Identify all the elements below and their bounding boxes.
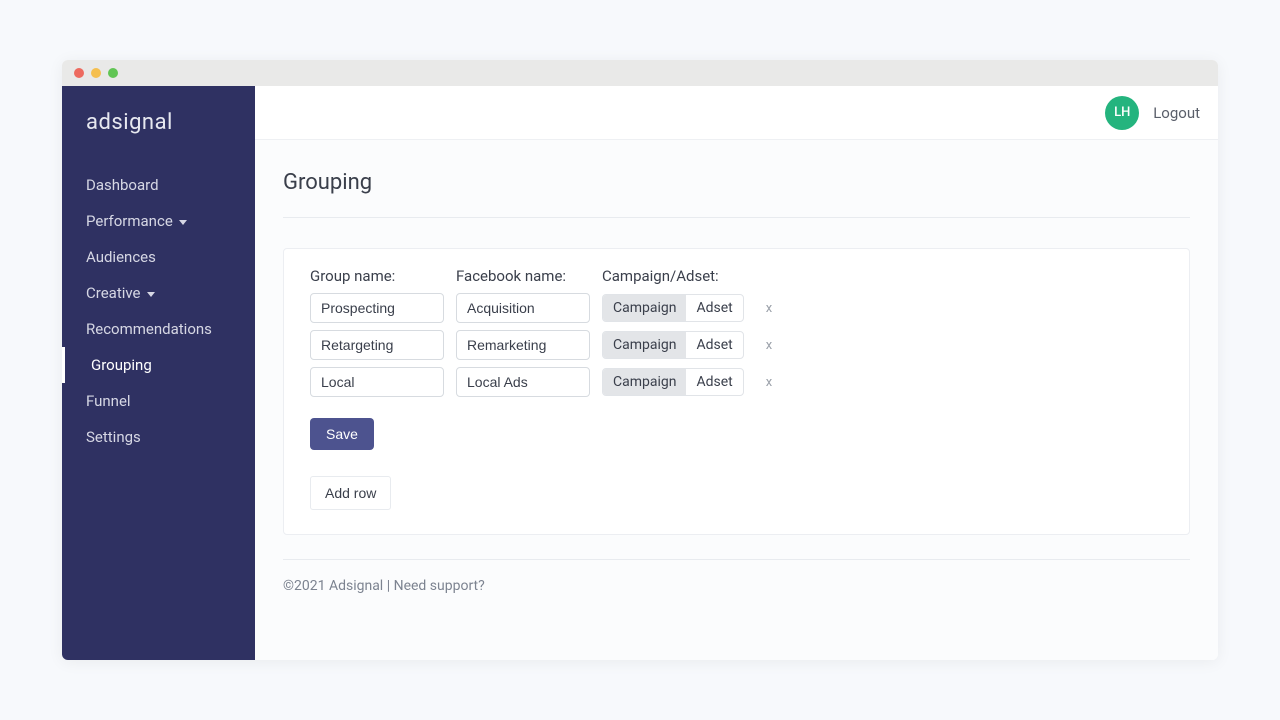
grouping-row: Campaign Adset x (310, 293, 1163, 323)
topbar: LH Logout (255, 86, 1218, 140)
facebook-name-input[interactable] (456, 293, 590, 323)
sidebar-item-grouping[interactable]: Grouping (62, 347, 255, 383)
toggle-adset[interactable]: Adset (686, 332, 742, 358)
sidebar-item-performance[interactable]: Performance (62, 203, 255, 239)
sidebar-nav: Dashboard Performance Audiences Creative… (62, 167, 255, 455)
app-body: adsignal Dashboard Performance Audiences… (62, 86, 1218, 660)
col-group-name: Group name: (310, 267, 444, 285)
grouping-row: Campaign Adset x (310, 367, 1163, 397)
grouping-row: Campaign Adset x (310, 330, 1163, 360)
toggle-campaign[interactable]: Campaign (603, 369, 686, 395)
toggle-adset[interactable]: Adset (686, 369, 742, 395)
delete-row-button[interactable]: x (756, 375, 782, 390)
chevron-down-icon (147, 292, 155, 297)
group-name-input[interactable] (310, 293, 444, 323)
avatar[interactable]: LH (1105, 96, 1139, 130)
sidebar-item-label: Performance (86, 212, 173, 230)
footer-support-link[interactable]: Need support? (394, 578, 485, 594)
toggle-adset[interactable]: Adset (686, 295, 742, 321)
delete-row-button[interactable]: x (756, 338, 782, 353)
facebook-name-input[interactable] (456, 367, 590, 397)
logout-link[interactable]: Logout (1153, 104, 1200, 122)
save-button[interactable]: Save (310, 418, 374, 450)
app-window: adsignal Dashboard Performance Audiences… (62, 60, 1218, 660)
main-area: LH Logout Grouping Group name: Facebook … (255, 86, 1218, 660)
sidebar: adsignal Dashboard Performance Audiences… (62, 86, 255, 660)
toggle-campaign[interactable]: Campaign (603, 332, 686, 358)
col-campaign-adset: Campaign/Adset: (602, 267, 752, 285)
campaign-adset-toggle: Campaign Adset (602, 294, 744, 322)
sidebar-item-settings[interactable]: Settings (62, 419, 255, 455)
campaign-adset-toggle: Campaign Adset (602, 331, 744, 359)
page-title: Grouping (283, 164, 1190, 218)
sidebar-item-label: Funnel (86, 392, 131, 410)
sidebar-item-creative[interactable]: Creative (62, 275, 255, 311)
window-close-dot[interactable] (74, 68, 84, 78)
group-name-input[interactable] (310, 330, 444, 360)
sidebar-item-label: Grouping (91, 356, 152, 374)
campaign-adset-toggle: Campaign Adset (602, 368, 744, 396)
footer-copyright: ©2021 Adsignal (283, 578, 383, 594)
footer-separator: | (383, 578, 393, 594)
window-minimize-dot[interactable] (91, 68, 101, 78)
sidebar-item-label: Creative (86, 284, 141, 302)
sidebar-item-dashboard[interactable]: Dashboard (62, 167, 255, 203)
column-headers: Group name: Facebook name: Campaign/Adse… (310, 267, 1163, 285)
group-name-input[interactable] (310, 367, 444, 397)
brand-logo: adsignal (62, 104, 255, 167)
window-titlebar (62, 60, 1218, 86)
chevron-down-icon (179, 220, 187, 225)
sidebar-item-label: Audiences (86, 248, 156, 266)
sidebar-item-audiences[interactable]: Audiences (62, 239, 255, 275)
sidebar-item-funnel[interactable]: Funnel (62, 383, 255, 419)
add-row-button[interactable]: Add row (310, 476, 391, 510)
sidebar-item-recommendations[interactable]: Recommendations (62, 311, 255, 347)
toggle-campaign[interactable]: Campaign (603, 295, 686, 321)
delete-row-button[interactable]: x (756, 301, 782, 316)
col-facebook-name: Facebook name: (456, 267, 590, 285)
window-zoom-dot[interactable] (108, 68, 118, 78)
facebook-name-input[interactable] (456, 330, 590, 360)
sidebar-item-label: Settings (86, 428, 141, 446)
footer: ©2021 Adsignal | Need support? (283, 559, 1190, 594)
grouping-card: Group name: Facebook name: Campaign/Adse… (283, 248, 1190, 535)
content: Grouping Group name: Facebook name: Camp… (255, 140, 1218, 660)
sidebar-item-label: Dashboard (86, 176, 159, 194)
sidebar-item-label: Recommendations (86, 320, 212, 338)
